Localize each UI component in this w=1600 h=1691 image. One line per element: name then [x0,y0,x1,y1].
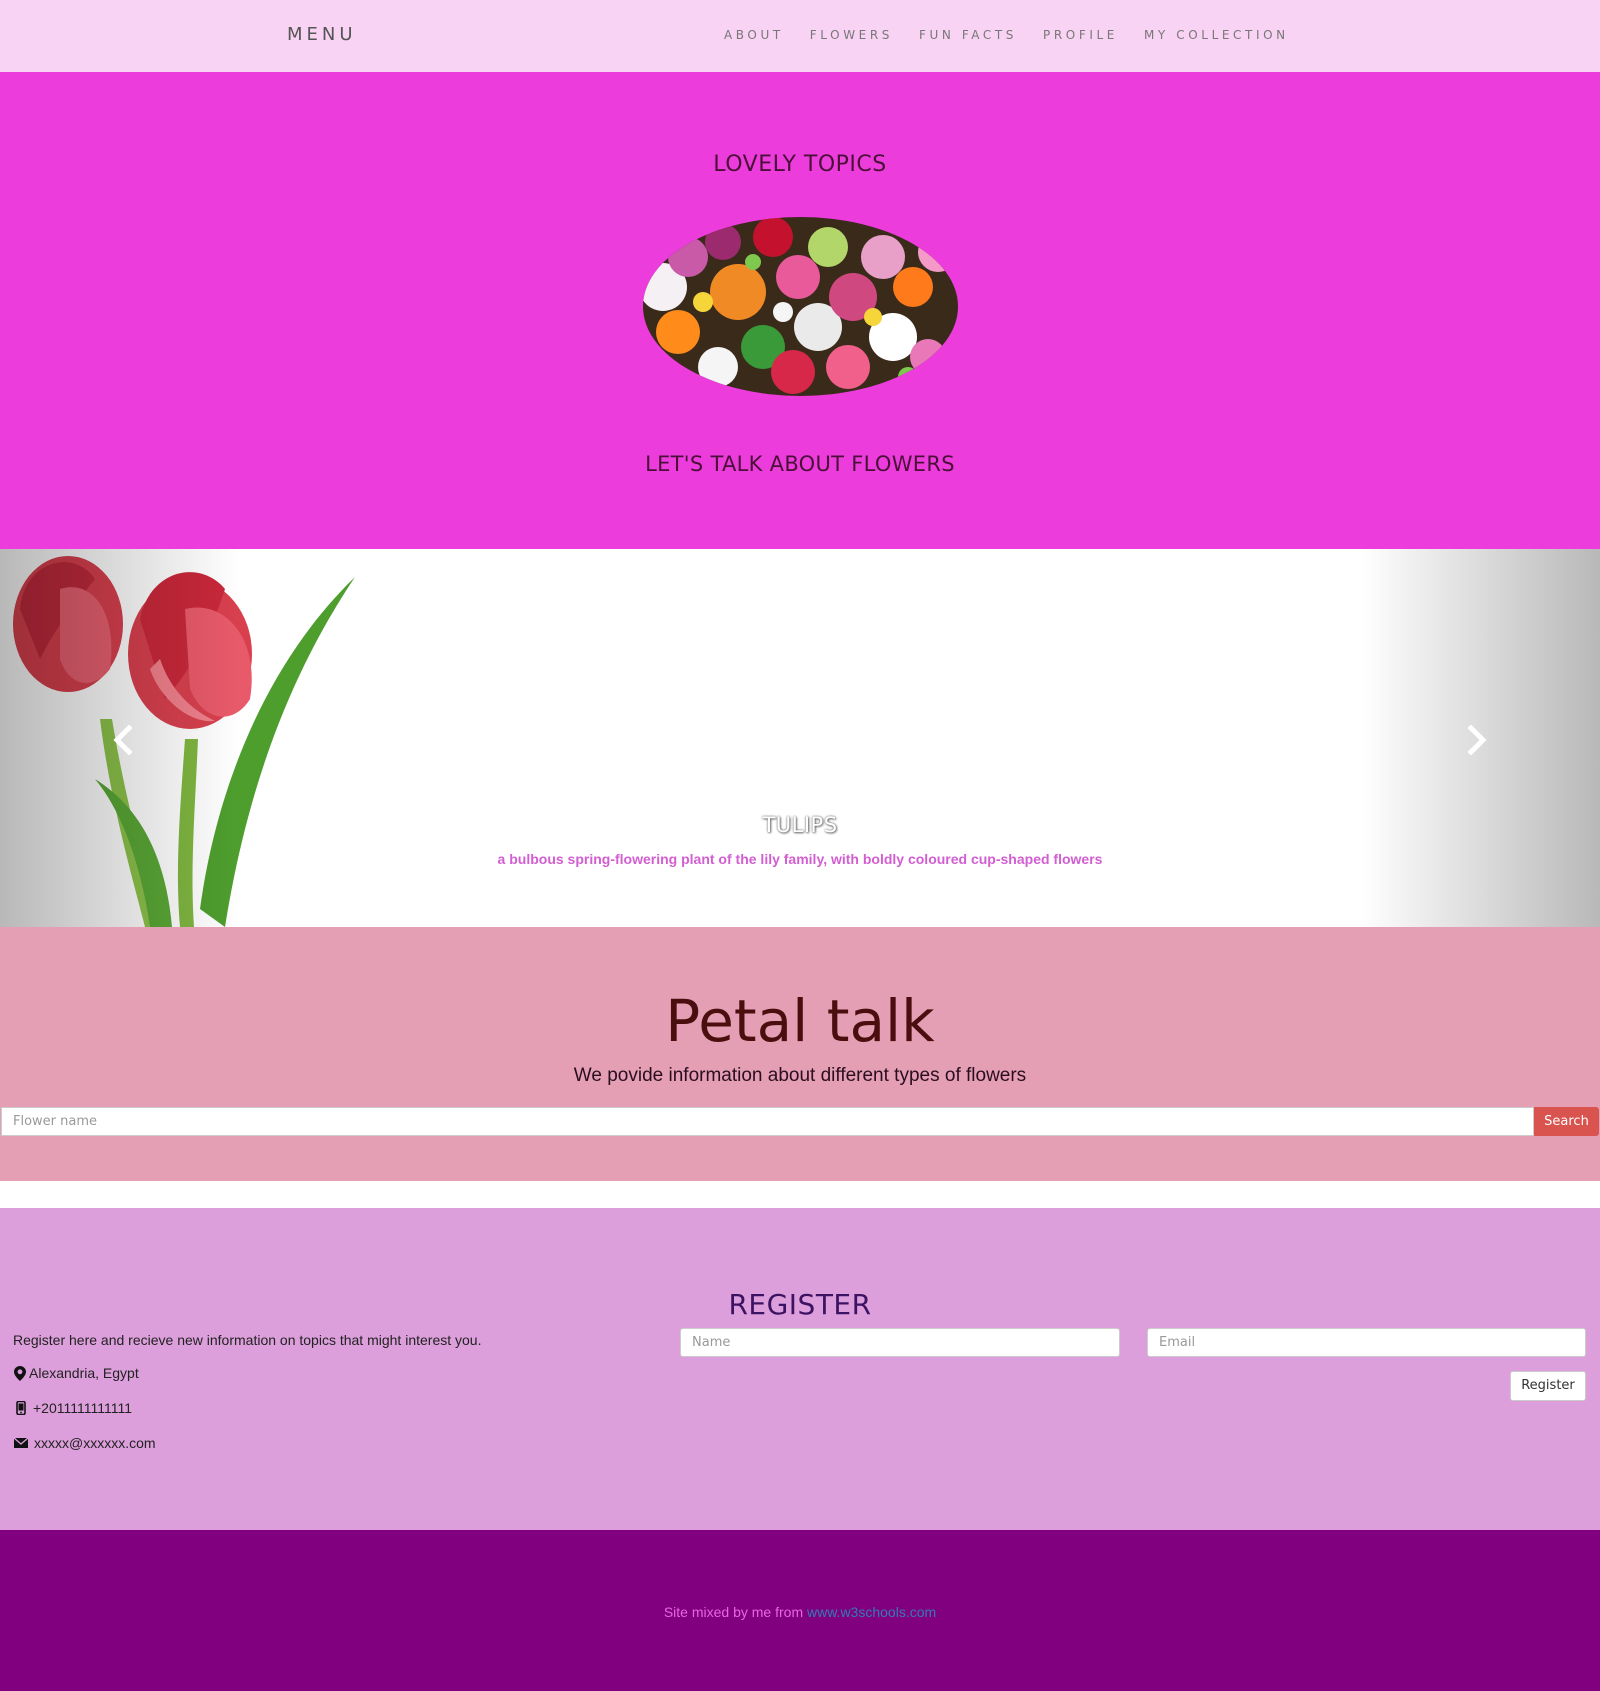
nav-links: ABOUT FLOWERS FUN FACTS PROFILE MY COLLE… [724,28,1315,42]
phone-text: +2011111111111 [33,1400,133,1416]
petal-title: Petal talk [665,987,935,1055]
carousel: TULIPS a bulbous spring-flowering plant … [0,549,1600,927]
search-button[interactable]: Search [1534,1107,1599,1136]
flower-search-input[interactable]: Flower name [1,1107,1534,1136]
contact-email: xxxxx@xxxxxx.com [14,1435,156,1451]
petal-talk-section: Petal talk We povide information about d… [0,927,1600,1181]
nav-link-fun-facts[interactable]: FUN FACTS [919,28,1017,42]
register-button[interactable]: Register [1510,1371,1586,1401]
nav-link-my-collection[interactable]: MY COLLECTION [1144,28,1289,42]
hero-section: LOVELY TOPICS LET'S TALK ABOUT FLOWERS [0,72,1600,549]
map-marker-icon [14,1365,26,1381]
email-text: xxxxx@xxxxxx.com [34,1435,156,1451]
footer-credit: Site mixed by me from www.w3schools.com [0,1604,1600,1620]
flowers-image [643,217,958,396]
slide-title: TULIPS [762,813,838,837]
name-field[interactable]: Name [680,1328,1120,1357]
location-text: Alexandria, Egypt [29,1365,139,1381]
register-blurb: Register here and recieve new informatio… [13,1332,482,1348]
chevron-left-icon[interactable] [112,724,134,760]
chevron-right-icon[interactable] [1466,724,1488,760]
navbar: MENU ABOUT FLOWERS FUN FACTS PROFILE MY … [0,0,1600,72]
envelope-icon [14,1437,28,1448]
contact-location: Alexandria, Egypt [14,1365,139,1381]
slide-caption: a bulbous spring-flowering plant of the … [497,851,1103,867]
nav-link-flowers[interactable]: FLOWERS [810,28,893,42]
menu-brand[interactable]: MENU [287,24,357,45]
nav-link-about[interactable]: ABOUT [724,28,784,42]
petal-subtitle: We povide information about different ty… [573,1065,1027,1086]
hero-title: LOVELY TOPICS [713,152,887,177]
contact-phone: +2011111111111 [14,1400,132,1416]
footer-text: Site mixed by me from [663,1604,804,1620]
register-title: REGISTER [728,1288,872,1321]
nav-link-profile[interactable]: PROFILE [1043,28,1118,42]
register-section: REGISTER Register here and recieve new i… [0,1208,1600,1530]
w3schools-link[interactable]: www.w3schools.com [807,1604,936,1620]
phone-icon [16,1401,26,1415]
hero-subtitle: LET'S TALK ABOUT FLOWERS [645,452,955,476]
email-field[interactable]: Email [1147,1328,1586,1357]
footer: Site mixed by me from www.w3schools.com [0,1530,1600,1691]
